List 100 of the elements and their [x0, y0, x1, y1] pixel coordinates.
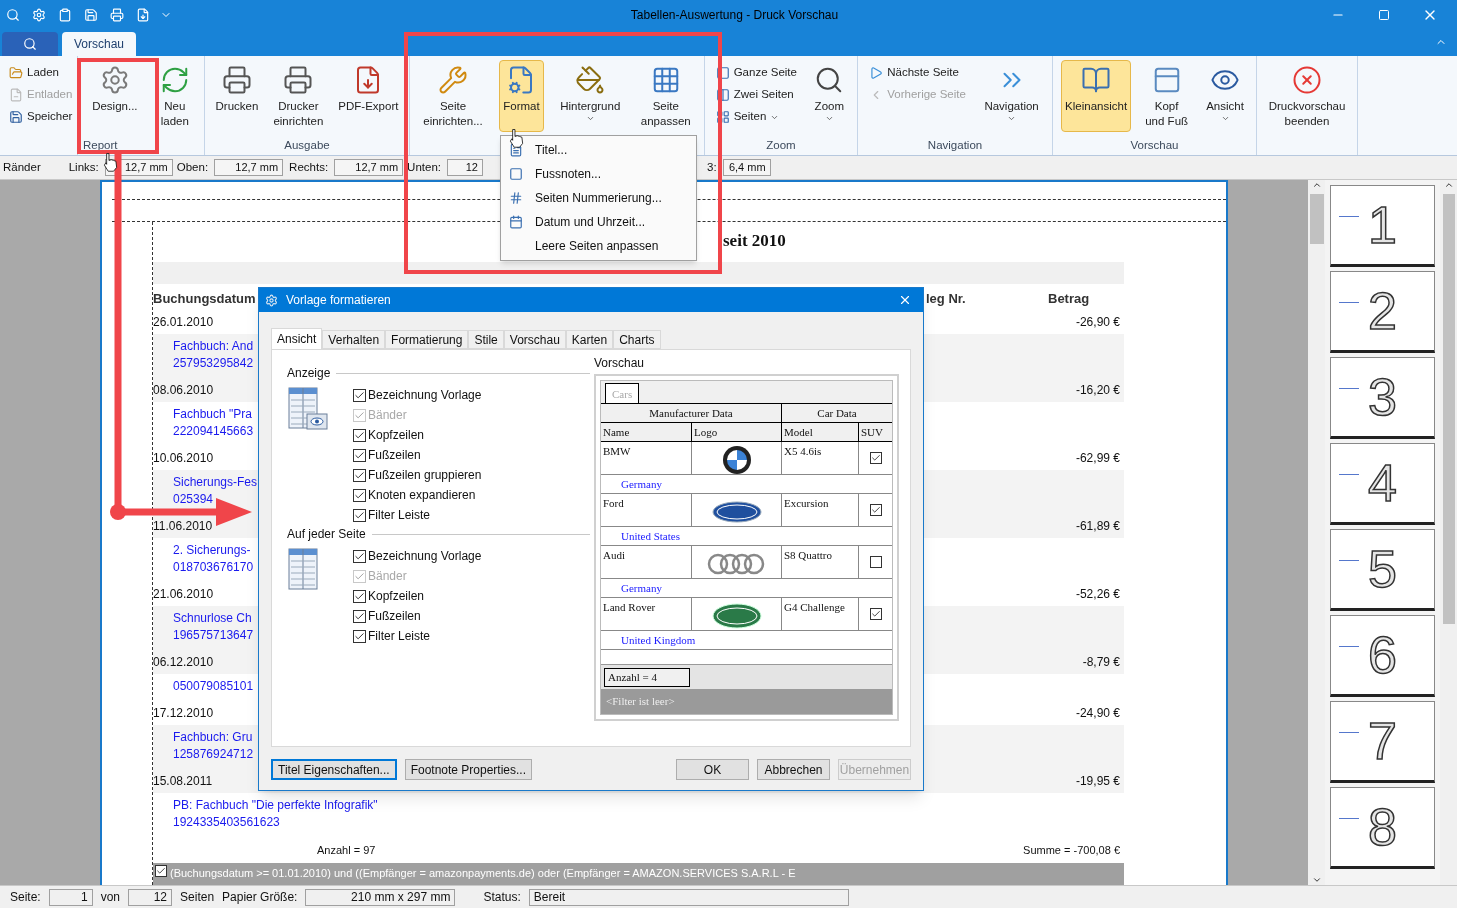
ribbon-button[interactable]: Zwei Seiten [713, 84, 799, 106]
toolbar-button[interactable] [108, 6, 126, 24]
checkbox[interactable] [353, 609, 366, 623]
ribbon-button[interactable]: Drucker einrichten [269, 60, 328, 132]
toolbar-button[interactable] [82, 6, 100, 24]
search-icon [23, 37, 37, 51]
caret-icon [1220, 114, 1230, 123]
ribbon-button[interactable]: Nächste Seite [867, 62, 968, 84]
menu-item[interactable]: Fussnoten... [501, 162, 696, 186]
input-field[interactable]: 6,4 mm [722, 159, 771, 176]
page-number: 1 [1368, 199, 1397, 251]
status-label: Papier Größe: [222, 889, 298, 906]
ribbon-button[interactable]: Druckvorschau beenden [1264, 60, 1350, 132]
input-field[interactable]: 12 [447, 159, 483, 176]
check-icon [354, 509, 365, 521]
checkbox[interactable] [869, 608, 882, 620]
paint-bucket-icon [575, 65, 606, 95]
checkbox[interactable] [353, 468, 366, 482]
application-menu-button[interactable] [2, 32, 58, 56]
menu-item[interactable]: Titel... [501, 138, 696, 162]
scroll-down-icon[interactable] [1311, 875, 1322, 885]
ribbon-button[interactable]: Ansicht [1202, 60, 1248, 132]
check-icon [354, 550, 365, 562]
input-field[interactable]: 12,7 mm [214, 159, 284, 176]
checkbox[interactable] [869, 556, 882, 568]
scrollbar[interactable] [1308, 180, 1325, 885]
checkbox[interactable] [353, 428, 366, 442]
checkbox[interactable] [869, 504, 882, 516]
ribbon-button[interactable]: Laden [7, 62, 75, 84]
menu-item[interactable]: Leere Seiten anpassen [501, 234, 696, 258]
dialog-tab[interactable]: Vorschau [503, 330, 566, 349]
ribbon-button[interactable]: Zoom [810, 60, 849, 132]
date-cell-text: 21.06.2010 [153, 586, 214, 603]
dialog-tab[interactable]: Formatierung [385, 330, 469, 349]
dialog-title: Vorlage formatieren [286, 292, 392, 309]
checkbox[interactable] [155, 865, 167, 877]
option-label: Kopfzeilen [368, 588, 425, 605]
dialog-button[interactable]: Abbrechen [757, 759, 830, 780]
option-label: Bezeichnung Vorlage [368, 387, 482, 404]
section-title: Vorschau [594, 355, 646, 372]
dialog-tab[interactable]: Charts [613, 330, 661, 349]
ribbon-button[interactable]: Ganze Seite [713, 62, 799, 84]
ribbon-button[interactable]: Drucken [211, 60, 263, 132]
count-field: Anzahl = 4 [604, 667, 690, 687]
option-label: Fußzeilen gruppieren [368, 467, 482, 484]
clipboard-icon [58, 8, 72, 22]
group-row-label: United States [621, 530, 680, 542]
toolbar-button[interactable] [30, 6, 48, 24]
dialog-button[interactable]: Titel Eigenschaften... [271, 759, 397, 780]
checkbox[interactable] [353, 388, 366, 402]
ribbon-button[interactable]: Hintergrund [556, 60, 625, 132]
table-cell: BMW [601, 442, 692, 474]
ribbon-tab[interactable]: Vorschau [62, 32, 137, 56]
page-field[interactable]: 1 [48, 888, 93, 906]
scrollbar-thumb[interactable] [1442, 194, 1455, 624]
option-label: Bänder [368, 568, 407, 585]
checkbox[interactable] [353, 508, 366, 522]
ribbon-button[interactable]: PDF-Export [334, 60, 403, 132]
checkbox[interactable] [869, 452, 882, 464]
dialog-button[interactable]: Footnote Properties... [404, 759, 533, 780]
scroll-up-icon[interactable] [1311, 180, 1322, 190]
pages-icon [715, 110, 730, 124]
field-label: Oben: [176, 159, 209, 175]
option-label: Knoten expandieren [368, 487, 476, 504]
option-label: Kopfzeilen [368, 427, 425, 444]
ribbon-button[interactable]: Design... [88, 60, 142, 132]
date-cell-text: 17.12.2010 [153, 705, 214, 722]
ribbon-button[interactable]: Seite anpassen [636, 60, 695, 132]
close-icon [898, 293, 912, 307]
check-icon [354, 409, 365, 421]
checkbox[interactable] [353, 629, 366, 643]
toolbar-button[interactable] [4, 6, 22, 24]
column-header: leg Nr. [926, 290, 966, 306]
column-header: SUV [860, 425, 884, 440]
ribbon-button[interactable]: Seite einrichten... [419, 60, 487, 132]
ribbon-button[interactable]: Speicher [7, 106, 75, 128]
checkbox[interactable] [353, 549, 366, 563]
ribbon-button[interactable]: Neu laden [155, 60, 194, 132]
checkbox[interactable] [353, 448, 366, 462]
ribbon-button[interactable]: Navigation [980, 60, 1043, 132]
menu-item[interactable]: Seiten Nummerierung... [501, 186, 696, 210]
dialog-tab[interactable]: Karten [565, 330, 614, 349]
check-icon [354, 449, 365, 461]
dialog-button[interactable]: OK [676, 759, 749, 780]
scroll-up-icon[interactable] [1443, 180, 1454, 190]
option-label: Filter Leiste [368, 507, 431, 524]
checkbox[interactable] [353, 589, 366, 603]
dialog-tab[interactable]: Stile [468, 330, 504, 349]
dialog-tab[interactable]: Ansicht [271, 328, 323, 349]
checkbox[interactable] [353, 488, 366, 502]
menu-item[interactable]: Datum und Uhrzeit... [501, 210, 696, 234]
scrollbar-thumb[interactable] [1309, 194, 1324, 244]
dialog-tab[interactable]: Verhalten [322, 330, 386, 349]
ribbon-button[interactable]: Seiten [713, 106, 799, 128]
check-icon [354, 630, 365, 642]
ribbon-button[interactable]: Format [499, 60, 544, 132]
printer-icon [110, 8, 124, 22]
ribbon-button[interactable]: Kopf und Fuß [1141, 60, 1193, 132]
input-field[interactable]: 12,7 mm [334, 159, 404, 176]
ribbon-button[interactable]: Kleinansicht [1061, 60, 1132, 132]
